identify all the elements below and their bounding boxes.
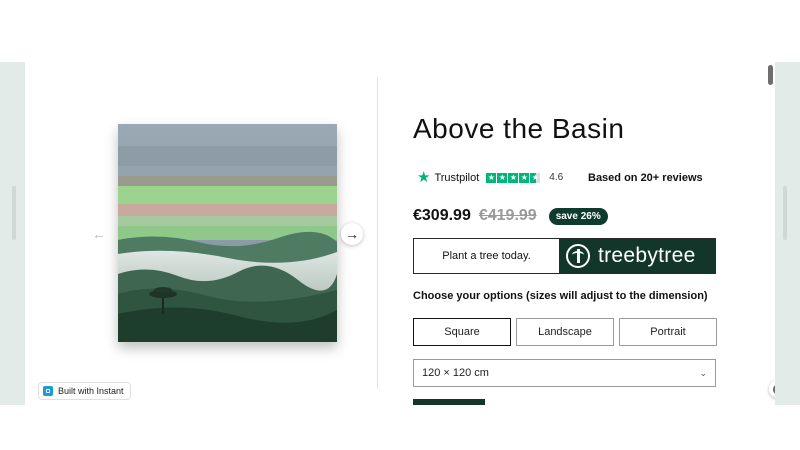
save-badge: save 26% (548, 207, 608, 225)
tree-icon (566, 244, 590, 268)
built-with-label: Built with Instant (58, 386, 124, 396)
right-edge-handle (783, 186, 787, 240)
arrow-left-icon[interactable]: ← (88, 223, 110, 245)
reviews-count[interactable]: Based on 20+ reviews (588, 172, 703, 184)
next-options-row (413, 399, 716, 405)
chevron-down-icon: ⌄ (699, 367, 707, 378)
page-viewport: ← → Above the Basin ★ Trustpilot ★ ★ ★ ★… (0, 62, 800, 405)
left-edge-handle (12, 186, 16, 240)
trustpilot-stars: ★ ★ ★ ★ ★ (486, 172, 541, 183)
product-title: Above the Basin (413, 113, 625, 144)
arrow-right-icon[interactable]: → (341, 223, 363, 245)
size-select-value: 120 × 120 cm (422, 367, 489, 379)
treebytree-banner[interactable]: Plant a tree today. treebytree (413, 238, 716, 274)
sale-price: €309.99 (413, 207, 471, 224)
trustpilot-widget[interactable]: ★ Trustpilot ★ ★ ★ ★ ★ 4.6 (417, 170, 563, 185)
star-icon: ★ (508, 172, 519, 183)
options-label: Choose your options (sizes will adjust t… (413, 290, 708, 302)
option-portrait[interactable]: Portrait (619, 318, 717, 346)
compare-price: €419.99 (478, 207, 537, 224)
treebytree-logo: treebytree (560, 239, 715, 273)
painting-artwork (118, 124, 337, 342)
column-divider (377, 78, 378, 389)
built-with-instant-badge[interactable]: Built with Instant (38, 382, 131, 400)
product-page: ← → Above the Basin ★ Trustpilot ★ ★ ★ ★… (25, 62, 775, 405)
star-icon: ★ (519, 172, 530, 183)
trustpilot-rating: 4.6 (549, 172, 564, 183)
treebytree-wordmark: treebytree (598, 244, 696, 267)
star-icon: ★ (417, 169, 431, 186)
trustpilot-brand: Trustpilot (434, 171, 480, 184)
star-icon: ★ (497, 172, 508, 183)
price-row: €309.99 €419.99 save 26% (413, 207, 608, 225)
plant-tree-cta: Plant a tree today. (414, 239, 560, 273)
option-landscape[interactable]: Landscape (516, 318, 614, 346)
selected-option-peek[interactable] (413, 399, 485, 405)
size-select[interactable]: 120 × 120 cm ⌄ (413, 359, 716, 387)
option-square[interactable]: Square (413, 318, 511, 346)
help-button[interactable]: ? (769, 380, 775, 398)
product-image[interactable] (118, 124, 337, 342)
instant-logo-icon (43, 386, 53, 396)
question-icon: ? (772, 383, 775, 395)
star-icon: ★ (486, 172, 497, 183)
star-icon: ★ (530, 172, 541, 183)
shape-options: Square Landscape Portrait (413, 318, 717, 346)
scrollbar-thumb[interactable] (768, 65, 773, 85)
